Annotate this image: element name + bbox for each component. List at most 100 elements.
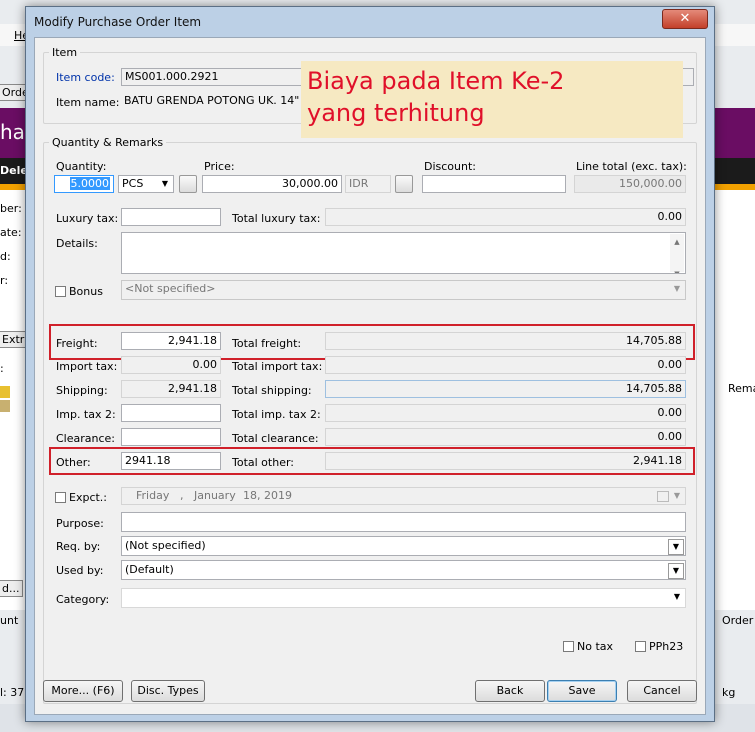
expected-date-field: Friday , January 18, 2019 ▼ — [121, 487, 686, 505]
details-label: Details: — [56, 237, 98, 250]
total-shipping-label: Total shipping: — [232, 384, 312, 397]
total-other-label: Total other: — [232, 456, 295, 469]
more-button[interactable]: More... (F6) — [43, 680, 123, 702]
close-button[interactable]: ✕ — [662, 9, 708, 29]
chevron-down-icon: ▼ — [161, 179, 169, 188]
price-input[interactable]: 30,000.00 — [202, 175, 342, 193]
requested-by-label: Req. by: — [56, 540, 101, 553]
line-total-label: Line total (exc. tax): — [576, 160, 687, 173]
unit-lookup-button[interactable] — [179, 175, 197, 193]
dialog-client: Item Item code: MS001.000.2921 Item name… — [34, 37, 706, 715]
other-label: Other: — [56, 456, 91, 469]
annotation-callout: Biaya pada Item Ke-2 yang terhitung — [301, 61, 683, 138]
bonus-checkbox[interactable] — [55, 286, 66, 297]
total-luxury-tax-label: Total luxury tax: — [232, 212, 321, 225]
purpose-input[interactable] — [121, 512, 686, 532]
expected-date: 18, 2019 — [243, 489, 292, 502]
details-textarea[interactable]: ▲ ▼ — [121, 232, 686, 274]
background-folder-icon — [0, 386, 10, 398]
dialog-titlebar[interactable]: Modify Purchase Order Item ✕ — [26, 7, 714, 35]
total-freight-field: 14,705.88 — [325, 332, 686, 350]
quantity-label: Quantity: — [56, 160, 107, 173]
used-by-label: Used by: — [56, 564, 104, 577]
expected-month: January — [194, 489, 236, 502]
requested-by-value: (Not specified) — [125, 539, 206, 552]
background-side-label: r: — [0, 274, 9, 287]
chevron-down-icon: ▼ — [673, 491, 681, 500]
pph23-label: PPh23 — [649, 640, 684, 653]
background-side-label: d: — [0, 250, 11, 263]
total-imp-tax-2-field: 0.00 — [325, 404, 686, 422]
background-remarks-header: Rema — [728, 382, 755, 395]
background-kg-fragment: kg — [722, 686, 736, 699]
other-input[interactable]: 2941.18 — [121, 452, 221, 470]
price-label: Price: — [204, 160, 235, 173]
item-name-label: Item name: — [56, 96, 120, 109]
requested-by-select[interactable]: (Not specified) ▼ — [121, 536, 686, 556]
item-code-label: Item code: — [56, 71, 115, 84]
total-import-tax-label: Total import tax: — [232, 360, 323, 373]
category-label: Category: — [56, 593, 110, 606]
quantity-input[interactable]: 5.0000 — [54, 175, 114, 193]
back-button[interactable]: Back — [475, 680, 545, 702]
expected-label: Expct.: — [69, 491, 108, 504]
no-tax-label: No tax — [577, 640, 614, 653]
total-import-tax-field: 0.00 — [325, 356, 686, 374]
freight-label: Freight: — [56, 337, 98, 350]
background-side-label: ate: — [0, 226, 22, 239]
price-lookup-button[interactable] — [395, 175, 413, 193]
total-imp-tax-2-label: Total imp. tax 2: — [232, 408, 321, 421]
luxury-tax-input[interactable] — [121, 208, 221, 226]
disc-types-button[interactable]: Disc. Types — [131, 680, 205, 702]
chevron-down-icon: ▼ — [668, 563, 684, 579]
used-by-select[interactable]: (Default) ▼ — [121, 560, 686, 580]
quantity-remarks-title: Quantity & Remarks — [49, 136, 167, 149]
expected-sep: , — [180, 489, 184, 502]
pph23-checkbox[interactable] — [635, 641, 646, 652]
clearance-label: Clearance: — [56, 432, 116, 445]
shipping-label: Shipping: — [56, 384, 108, 397]
quantity-value: 5.0000 — [69, 177, 110, 190]
unit-select[interactable]: PCS ▼ — [118, 175, 174, 193]
bonus-value: <Not specified> — [125, 282, 216, 295]
chevron-down-icon: ▼ — [673, 592, 681, 601]
freight-input[interactable]: 2,941.18 — [121, 332, 221, 350]
bonus-select: <Not specified> ▼ — [121, 280, 686, 300]
import-tax-field: 0.00 — [121, 356, 221, 374]
close-icon: ✕ — [679, 11, 691, 26]
total-clearance-label: Total clearance: — [232, 432, 319, 445]
discount-label: Discount: — [424, 160, 476, 173]
clearance-input[interactable] — [121, 428, 221, 446]
total-other-field: 2,941.18 — [325, 452, 686, 470]
total-freight-label: Total freight: — [232, 337, 302, 350]
discount-input[interactable] — [422, 175, 566, 193]
shipping-field: 2,941.18 — [121, 380, 221, 398]
imp-tax-2-input[interactable] — [121, 404, 221, 422]
calendar-icon — [657, 491, 669, 502]
total-luxury-tax-field: 0.00 — [325, 208, 686, 226]
quantity-remarks-group — [43, 142, 697, 704]
import-tax-label: Import tax: — [56, 360, 118, 373]
unit-value: PCS — [122, 177, 144, 190]
currency-field: IDR — [345, 175, 391, 193]
expected-day: Friday — [136, 489, 170, 502]
cancel-button[interactable]: Cancel — [627, 680, 697, 702]
total-clearance-field: 0.00 — [325, 428, 686, 446]
item-name-field: BATU GRENDA POTONG UK. 14" — [124, 94, 300, 107]
background-d-button[interactable]: d... — [0, 580, 24, 597]
imp-tax-2-label: Imp. tax 2: — [56, 408, 116, 421]
no-tax-checkbox[interactable] — [563, 641, 574, 652]
background-side-label: ber: — [0, 202, 22, 215]
luxury-tax-label: Luxury tax: — [56, 212, 119, 225]
annotation-line-2: yang terhitung — [307, 99, 485, 127]
category-select[interactable]: ▼ — [121, 588, 686, 608]
item-code-lookup-edge[interactable] — [682, 68, 694, 86]
bonus-label: Bonus — [69, 285, 103, 298]
background-order-fragment: Order — [722, 614, 754, 627]
modify-po-item-dialog: Modify Purchase Order Item ✕ Item Item c… — [25, 6, 715, 722]
details-scrollbar[interactable]: ▲ ▼ — [670, 234, 684, 273]
expected-checkbox[interactable] — [55, 492, 66, 503]
chevron-down-icon: ▼ — [668, 539, 684, 555]
save-button[interactable]: Save — [547, 680, 617, 702]
background-colon-fragment: : — [0, 362, 4, 375]
